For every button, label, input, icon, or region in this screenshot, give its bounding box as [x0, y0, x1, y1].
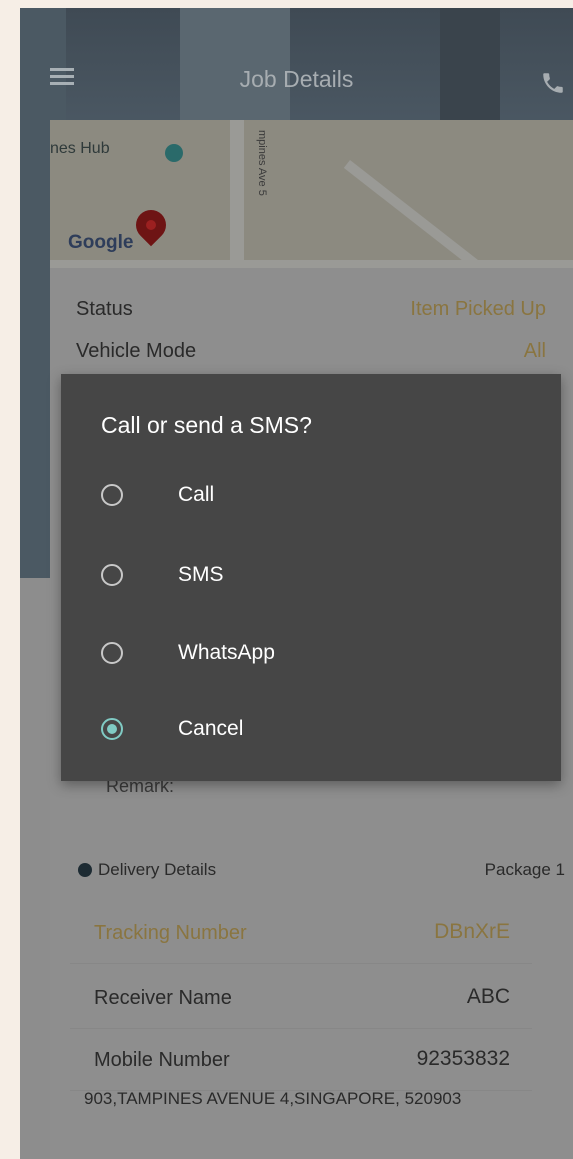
vehicle-mode-value: All: [523, 340, 546, 362]
location-pin-icon: [129, 203, 173, 247]
radio-call[interactable]: [101, 484, 123, 506]
tracking-number-label: Tracking Number: [94, 922, 247, 944]
map-street-label: mpines Ave 5: [256, 130, 268, 196]
phone-icon[interactable]: [540, 70, 570, 94]
receiver-name-value: ABC: [466, 985, 510, 1008]
option-cancel[interactable]: Cancel: [101, 708, 521, 758]
status-row: Status Item Picked Up: [76, 298, 546, 321]
map-view[interactable]: nes Hub mpines Ave 5 Google: [50, 120, 573, 268]
option-whatsapp[interactable]: WhatsApp: [101, 632, 521, 682]
radio-whatsapp[interactable]: [101, 642, 123, 664]
receiver-name-row: Receiver Name ABC: [70, 968, 532, 1029]
tracking-number-value: DBnXrE: [434, 920, 510, 943]
app-bar: Job Details: [20, 8, 573, 133]
map-poi-label: nes Hub: [50, 140, 110, 157]
tracking-number-row[interactable]: Tracking Number DBnXrE: [70, 903, 532, 964]
option-sms-label: SMS: [178, 563, 224, 586]
mobile-number-value[interactable]: 92353832: [417, 1047, 510, 1071]
status-label: Status: [76, 298, 133, 320]
radio-sms[interactable]: [101, 564, 123, 586]
page-title: Job Details: [239, 66, 354, 92]
delivery-section-icon: [78, 863, 92, 877]
option-whatsapp-label: WhatsApp: [178, 641, 275, 664]
map-poi-icon: [165, 144, 183, 162]
receiver-name-label: Receiver Name: [94, 987, 232, 1009]
dialog-title: Call or send a SMS?: [101, 412, 312, 438]
mobile-number-row[interactable]: Mobile Number 92353832: [70, 1030, 532, 1091]
call-sms-dialog: Call or send a SMS? Call SMS WhatsApp Ca…: [61, 374, 561, 781]
status-value: Item Picked Up: [410, 298, 546, 320]
vehicle-mode-row: Vehicle Mode All: [76, 340, 546, 363]
google-logo: Google: [68, 232, 134, 253]
vehicle-mode-label: Vehicle Mode: [76, 340, 197, 362]
delivery-section-title: Delivery Details: [98, 860, 217, 879]
option-sms[interactable]: SMS: [101, 554, 521, 604]
mobile-number-label: Mobile Number: [94, 1049, 230, 1071]
option-cancel-label: Cancel: [178, 717, 244, 740]
option-call[interactable]: Call: [101, 474, 521, 524]
radio-cancel[interactable]: [101, 718, 123, 740]
package-label: Package 1: [484, 860, 565, 879]
option-call-label: Call: [178, 483, 215, 506]
delivery-address: 903,TAMPINES AVENUE 4,SINGAPORE, 520903: [84, 1089, 462, 1108]
